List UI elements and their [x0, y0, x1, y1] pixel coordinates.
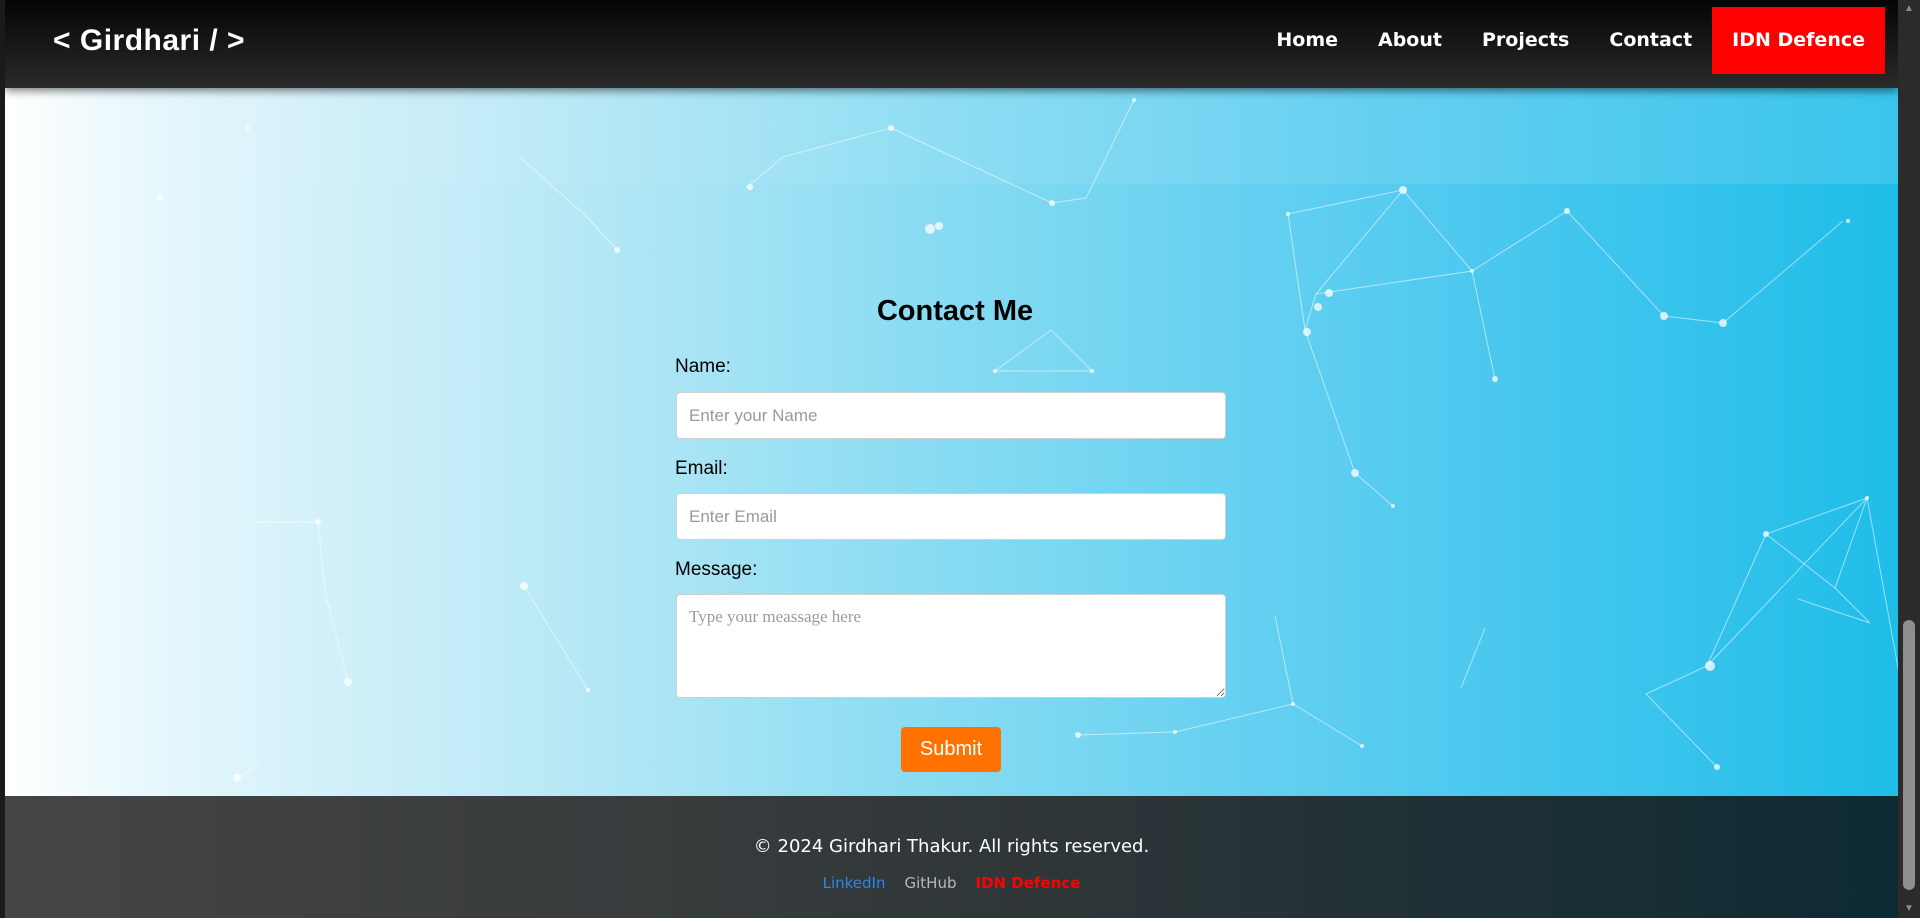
brand-logo[interactable]: < Girdhari / > — [53, 24, 245, 58]
nav-links: Home About Projects Contact IDN Defence — [1256, 7, 1885, 74]
message-textarea[interactable] — [676, 594, 1226, 698]
navbar: < Girdhari / > Home About Projects Conta… — [5, 0, 1898, 88]
message-label: Message: — [675, 559, 758, 580]
name-label: Name: — [675, 356, 731, 377]
page: Contact Me Name: Email: Message: Submit … — [5, 0, 1898, 918]
nav-about[interactable]: About — [1358, 7, 1462, 74]
vertical-scrollbar[interactable]: ▲ ▼ — [1898, 0, 1920, 918]
nav-home[interactable]: Home — [1256, 7, 1358, 74]
email-input[interactable] — [676, 493, 1226, 540]
nav-projects[interactable]: Projects — [1462, 7, 1589, 74]
email-label: Email: — [675, 458, 728, 479]
copyright-text: © 2024 Girdhari Thakur. All rights reser… — [753, 836, 1150, 857]
name-input[interactable] — [676, 392, 1226, 439]
footer-linkedin-link[interactable]: LinkedIn — [823, 874, 886, 892]
submit-button[interactable]: Submit — [901, 727, 1001, 772]
footer-idn-defence-link[interactable]: IDN Defence — [975, 874, 1080, 892]
contact-title: Contact Me — [876, 295, 1034, 327]
footer: © 2024 Girdhari Thakur. All rights reser… — [5, 796, 1898, 918]
triangle-up-icon[interactable]: ▲ — [1898, 0, 1920, 18]
nav-idn-defence-button[interactable]: IDN Defence — [1712, 7, 1885, 74]
triangle-down-icon[interactable]: ▼ — [1898, 900, 1920, 918]
window-edge — [0, 0, 5, 918]
scrollbar-thumb[interactable] — [1903, 620, 1915, 890]
footer-github-link[interactable]: GitHub — [905, 874, 957, 892]
nav-contact[interactable]: Contact — [1589, 7, 1712, 74]
contact-section: Contact Me Name: Email: Message: Submit — [5, 0, 1898, 918]
footer-links: LinkedIn GitHub IDN Defence — [5, 874, 1898, 892]
